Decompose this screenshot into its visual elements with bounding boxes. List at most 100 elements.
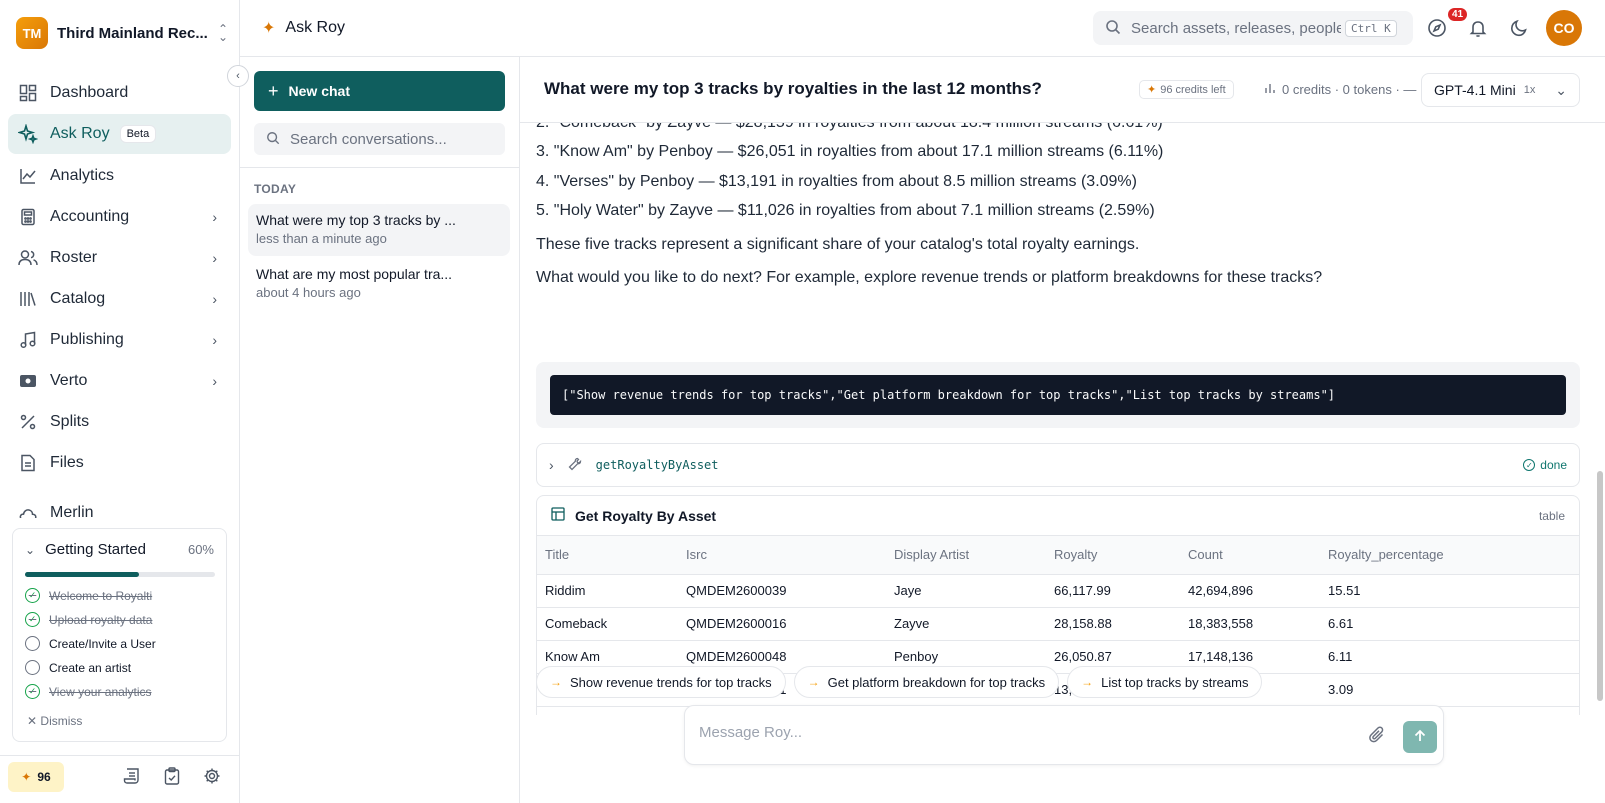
getting-started-title: Getting Started [45, 541, 146, 558]
gear-icon[interactable] [202, 766, 222, 786]
suggestion-chip[interactable]: → List top tracks by streams [1067, 666, 1263, 698]
conversation-item[interactable]: What were my top 3 tracks by ... less th… [248, 204, 510, 256]
getting-started-card: ⌄ Getting Started 60% ✓ Welcome to Royal… [12, 528, 227, 742]
usage-stats: 0 credits · 0 tokens · — [1264, 82, 1416, 97]
dismiss-label: Dismiss [40, 714, 83, 728]
model-name: GPT-4.1 Mini [1434, 82, 1516, 98]
message-summary: These five tracks represent a significan… [536, 236, 1140, 253]
sparkles-icon: ✦ [1147, 84, 1157, 96]
scrollbar-thumb[interactable] [1597, 471, 1603, 701]
result-table-header: Get Royalty By Asset table [537, 496, 1579, 536]
chevron-down-icon: ⌄ [1555, 81, 1567, 98]
chevron-right-icon: › [212, 332, 217, 348]
task-invite-user[interactable]: Create/Invite a User [25, 636, 156, 651]
library-icon [18, 289, 38, 309]
getting-started-percent: 60% [187, 542, 214, 557]
suggestion-chip[interactable]: → Get platform breakdown for top tracks [793, 666, 1060, 698]
code-block: ["Show revenue trends for top tracks","G… [550, 375, 1566, 415]
task-view-analytics[interactable]: ✓ View your analytics [25, 684, 152, 699]
moon-icon[interactable] [1507, 16, 1531, 40]
table-row: Riddim QMDEM2600039 Jaye 66,117.99 42,69… [537, 574, 1579, 608]
search-icon [1105, 19, 1121, 38]
compass-icon[interactable] [1425, 16, 1449, 40]
sidebar-item-catalog[interactable]: Catalog › [8, 279, 231, 319]
suggestion-chip[interactable]: → Show revenue trends for top tracks [536, 666, 786, 698]
sidebar-item-files[interactable]: Files [8, 443, 231, 483]
chat-scrollbar[interactable] [1595, 123, 1605, 703]
new-chat-button[interactable]: + New chat [254, 71, 505, 111]
getting-started-progress [25, 572, 215, 577]
circle-icon [25, 660, 40, 675]
sidebar-item-splits[interactable]: Splits [8, 402, 231, 442]
sidebar-item-verto[interactable]: Verto › [8, 361, 231, 401]
dismiss-button[interactable]: ✕ Dismiss [27, 714, 82, 728]
user-avatar[interactable]: CO [1546, 10, 1582, 46]
sidebar-item-analytics[interactable]: Analytics [8, 156, 231, 196]
sidebar-item-dashboard[interactable]: Dashboard [8, 73, 231, 113]
line-chart-icon [18, 166, 38, 186]
org-switcher[interactable]: TM Third Mainland Rec... ⌃ ⌄ [16, 16, 228, 50]
bar-chart-icon [1264, 82, 1276, 97]
sidebar-item-label: Splits [50, 413, 90, 430]
table-cell: QMDEM2600016 [678, 607, 886, 641]
org-avatar: TM [16, 17, 48, 49]
send-button[interactable] [1403, 721, 1437, 753]
search-icon [266, 131, 280, 148]
column-header[interactable]: Count [1180, 536, 1320, 575]
model-select[interactable]: GPT-4.1 Mini 1x ⌄ [1421, 73, 1580, 107]
table-header-row: Title Isrc Display Artist Royalty Count … [537, 536, 1579, 575]
sidebar-item-label: Verto [50, 372, 88, 389]
message-followup: What would you like to do next? For exam… [536, 269, 1323, 286]
chat-header: What were my top 3 tracks by royalties i… [520, 57, 1605, 123]
sidebar-item-roster[interactable]: Roster › [8, 238, 231, 278]
sidebar-footer: ✦ 96 [0, 755, 240, 803]
sidebar-item-ask-roy[interactable]: Ask Roy Beta [8, 114, 231, 154]
column-header[interactable]: Display Artist [886, 536, 1046, 575]
sparkles-icon [18, 124, 38, 144]
table-cell: Jaye [886, 574, 1046, 608]
sparkles-icon: ✦ [262, 20, 276, 37]
message-line: 2. "Comeback" by Zayve — $28,159 in roya… [536, 123, 1163, 132]
clipboard-check-icon[interactable] [162, 766, 182, 786]
conversation-item[interactable]: What are my most popular tra... about 4 … [248, 258, 510, 310]
chat-messages: 2. "Comeback" by Zayve — $28,159 in roya… [520, 123, 1605, 715]
task-label: View your analytics [49, 684, 152, 699]
global-search[interactable]: Search assets, releases, people... Ctrl … [1093, 11, 1413, 45]
chevron-right-icon: › [212, 291, 217, 307]
column-header[interactable]: Royalty_percentage [1320, 536, 1579, 575]
sidebar-item-publishing[interactable]: Publishing › [8, 320, 231, 360]
calculator-icon [18, 207, 38, 227]
collapse-sidebar-button[interactable]: ‹ [227, 65, 249, 87]
sparkles-icon: ✦ [21, 770, 32, 784]
chevron-up-down-icon: ⌃ ⌄ [217, 22, 228, 44]
credits-left-text: 96 credits left [1160, 83, 1226, 96]
result-table-type: table [1538, 508, 1565, 523]
column-header[interactable]: Royalty [1046, 536, 1180, 575]
sidebar-item-merlin[interactable]: Merlin [8, 492, 231, 518]
sidebar-item-label: Analytics [50, 167, 115, 184]
plus-icon: + [268, 80, 279, 101]
bell-icon[interactable] [1466, 16, 1490, 40]
chat-title: What were my top 3 tracks by royalties i… [544, 79, 1042, 98]
notification-count: 41 [1448, 8, 1468, 21]
scroll-icon[interactable] [122, 766, 142, 786]
table-cell: 66,117.99 [1046, 574, 1180, 608]
column-header[interactable]: Title [537, 536, 678, 575]
getting-started-header[interactable]: ⌄ Getting Started 60% [25, 541, 214, 558]
column-header[interactable]: Isrc [678, 536, 886, 575]
sidebar-item-label: Dashboard [50, 84, 129, 101]
task-welcome[interactable]: ✓ Welcome to Royalti [25, 588, 152, 603]
paperclip-icon[interactable] [1369, 726, 1385, 747]
table-cell: Riddim [537, 574, 678, 608]
credits-button[interactable]: ✦ 96 [8, 762, 64, 792]
task-create-artist[interactable]: Create an artist [25, 660, 131, 675]
conversation-search[interactable]: Search conversations... [254, 123, 505, 155]
sidebar-item-accounting[interactable]: Accounting › [8, 197, 231, 237]
message-input[interactable] [699, 724, 1339, 741]
shortcut-hint: Ctrl K [1345, 19, 1397, 37]
chevron-down-icon: ⌄ [25, 542, 36, 557]
tool-call[interactable]: › getRoyaltyByAsset ✓ done [536, 443, 1580, 487]
conversation-title: What are my most popular tra... [256, 266, 453, 282]
beta-badge: Beta [119, 125, 157, 143]
task-upload[interactable]: ✓ Upload royalty data [25, 612, 152, 627]
